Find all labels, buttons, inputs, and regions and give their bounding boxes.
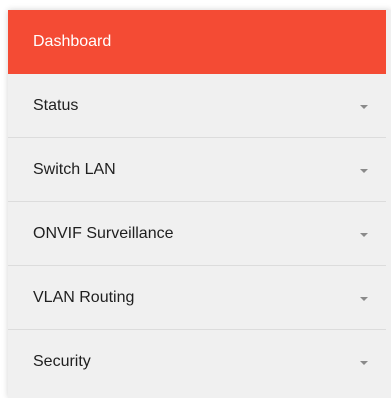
sidebar-item-label: Switch LAN	[33, 161, 116, 178]
sidebar-item-switch-lan[interactable]: Switch LAN	[8, 138, 386, 202]
sidebar-item-label: ONVIF Surveillance	[33, 225, 174, 242]
chevron-down-icon	[360, 297, 368, 301]
chevron-down-icon	[360, 169, 368, 173]
sidebar-menu: Dashboard Status Switch LAN ONVIF Survei…	[8, 10, 391, 398]
sidebar-item-dashboard[interactable]: Dashboard	[8, 10, 386, 74]
sidebar-item-security[interactable]: Security	[8, 330, 386, 394]
sidebar-item-label: Dashboard	[33, 33, 112, 50]
sidebar-item-label: Security	[33, 353, 91, 370]
sidebar-item-vlan-routing[interactable]: VLAN Routing	[8, 266, 386, 330]
chevron-down-icon	[360, 105, 368, 109]
sidebar-item-label: VLAN Routing	[33, 289, 135, 306]
chevron-down-icon	[360, 233, 368, 237]
sidebar-item-label: Status	[33, 97, 79, 114]
chevron-down-icon	[360, 361, 368, 365]
sidebar-item-onvif-surveillance[interactable]: ONVIF Surveillance	[8, 202, 386, 266]
sidebar-item-status[interactable]: Status	[8, 74, 386, 138]
